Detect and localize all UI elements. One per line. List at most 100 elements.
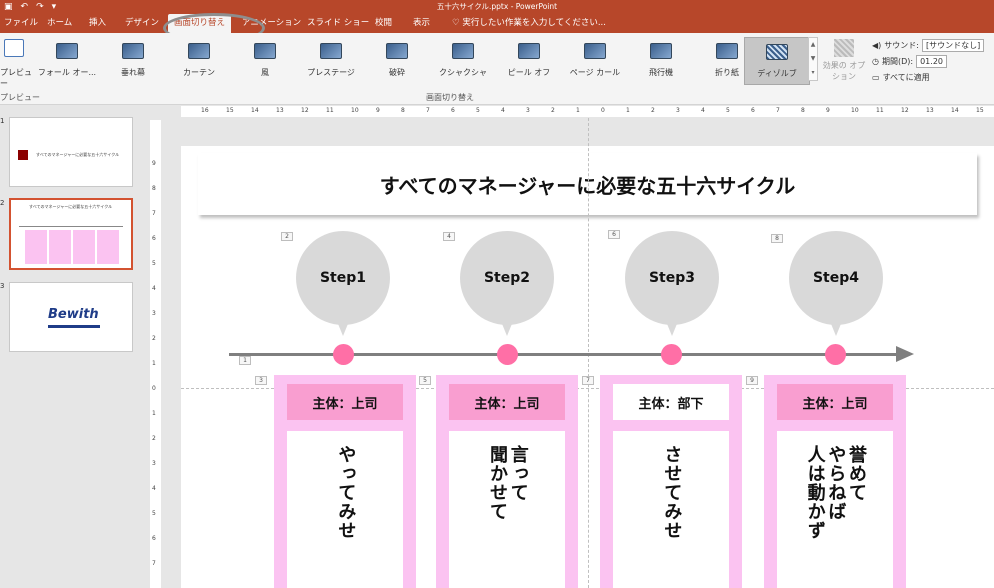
card-head: 主体：上司 — [777, 384, 893, 420]
ruler-tick: 1 — [152, 410, 156, 417]
ruler-tick: 15 — [226, 107, 234, 114]
ruler-tick: 7 — [152, 560, 156, 567]
ruler-tick: 3 — [676, 107, 680, 114]
card-head: 主体：上司 — [449, 384, 565, 420]
timeline-dot — [825, 344, 846, 365]
preview-button[interactable]: プレビュー — [0, 35, 34, 91]
ribbon: プレビュー フォール オー... 垂れ幕 カーテン 風 プレステージ 破砕 クシ… — [0, 33, 994, 105]
ruler-tick: 2 — [152, 435, 156, 442]
timeline-dot — [333, 344, 354, 365]
ribbon-tabs: ファイル ホーム 挿入 デザイン 画面切り替え アニメーション スライド ショー… — [0, 13, 994, 43]
ruler-tick: 6 — [751, 107, 755, 114]
ruler-tick: 12 — [901, 107, 909, 114]
card-body: 言って 聞かせて — [449, 431, 565, 588]
ruler-tick: 4 — [152, 285, 156, 292]
ruler-tick: 15 — [976, 107, 984, 114]
card-body: させてみせ — [613, 431, 729, 588]
ruler-tick: 14 — [951, 107, 959, 114]
tab-home[interactable]: ホーム — [47, 16, 72, 28]
bewith-logo: Bewith — [48, 307, 99, 322]
lightbulb-icon: ♡ — [452, 18, 463, 28]
ruler-tick: 4 — [501, 107, 505, 114]
tab-view[interactable]: 表示 — [413, 16, 430, 28]
timeline-dot — [661, 344, 682, 365]
anim-tag: 7 — [582, 376, 594, 385]
ruler-tick: 8 — [401, 107, 405, 114]
tab-design[interactable]: デザイン — [125, 16, 159, 28]
effect-fall-over[interactable]: フォール オー... — [34, 37, 100, 85]
slide-thumb-1[interactable]: すべてのマネージャーに必要な五十六サイクル — [9, 117, 133, 187]
group-label-preview: プレビュー — [0, 93, 40, 102]
duration-input[interactable]: 01.20 — [916, 54, 947, 68]
anim-tag: 9 — [746, 376, 758, 385]
slide-number: 2 — [0, 199, 5, 207]
step-card[interactable]: 主体：上司 誉めて やらねば 人は動かず — [764, 375, 906, 588]
step-card[interactable]: 主体：上司 言って 聞かせて — [436, 375, 578, 588]
tab-transitions[interactable]: 画面切り替え — [168, 14, 232, 33]
ruler-tick: 1 — [576, 107, 580, 114]
effect-fracture[interactable]: 破砕 — [364, 37, 430, 85]
slide-number: 3 — [0, 282, 5, 290]
step-card[interactable]: 主体：上司 やってみせ — [274, 375, 416, 588]
ruler-tick: 9 — [826, 107, 830, 114]
timeline-arrowhead — [896, 346, 914, 362]
effect-peel-off[interactable]: ピール オフ — [496, 37, 562, 85]
step-card[interactable]: 主体：部下 させてみせ — [600, 375, 742, 588]
slide-thumb-3[interactable]: Bewith — [9, 282, 133, 352]
clock-icon: ◷ — [872, 56, 879, 66]
effect-options-button[interactable]: 効果の オプション — [822, 37, 866, 89]
effect-drape[interactable]: 垂れ幕 — [100, 37, 166, 85]
anim-tag: 1 — [239, 356, 251, 365]
slide-number: 1 — [0, 117, 5, 125]
step-pin[interactable]: Step4 — [789, 231, 883, 325]
ruler-tick: 2 — [152, 335, 156, 342]
ruler-tick: 8 — [801, 107, 805, 114]
ruler-tick: 7 — [152, 210, 156, 217]
ruler-tick: 8 — [152, 185, 156, 192]
gallery-scroll[interactable]: ▲ ▼ ▾ — [808, 37, 818, 81]
effect-dissolve[interactable]: ディゾルブ — [744, 37, 810, 85]
slide-thumb-2[interactable]: すべてのマネージャーに必要な五十六サイクル — [9, 198, 133, 270]
tab-slideshow[interactable]: スライド ショー — [307, 16, 369, 28]
effect-wind[interactable]: 風 — [232, 37, 298, 85]
tab-file[interactable]: ファイル — [4, 16, 38, 28]
timing-group: ◀) サウンド: [サウンドなし] ◷ 期間(D): 01.20 ▭ すべてに適用 — [872, 37, 994, 85]
ruler-tick: 4 — [152, 485, 156, 492]
ruler-tick: 13 — [276, 107, 284, 114]
ruler-tick: 4 — [701, 107, 705, 114]
tab-animations[interactable]: アニメーション — [242, 16, 301, 28]
thumb-title: すべてのマネージャーに必要な五十六サイクル — [29, 204, 113, 209]
anim-tag: 4 — [443, 232, 455, 241]
sound-select[interactable]: [サウンドなし] — [921, 38, 985, 52]
step-pin[interactable]: Step3 — [625, 231, 719, 325]
step-pin[interactable]: Step2 — [460, 231, 554, 325]
anim-tag: 2 — [281, 232, 293, 241]
effect-airplane[interactable]: 飛行機 — [628, 37, 694, 85]
tab-insert[interactable]: 挿入 — [89, 16, 106, 28]
apply-all-button[interactable]: ▭ すべてに適用 — [872, 69, 994, 85]
effect-page-curl[interactable]: ページ カール — [562, 37, 628, 85]
ruler-tick: 10 — [351, 107, 359, 114]
card-head: 主体：部下 — [613, 384, 729, 420]
anim-tag: 8 — [771, 234, 783, 243]
tab-review[interactable]: 校閲 — [375, 16, 392, 28]
card-body: やってみせ — [287, 431, 403, 588]
ruler-tick: 6 — [451, 107, 455, 114]
group-label-transitions: 画面切り替え — [426, 93, 474, 102]
ruler-tick: 5 — [152, 260, 156, 267]
effect-options-icon — [834, 39, 854, 57]
thumb-logo — [18, 150, 28, 160]
sound-icon: ◀) — [872, 40, 882, 50]
ruler-tick: 13 — [926, 107, 934, 114]
effect-prestige[interactable]: プレステージ — [298, 37, 364, 85]
effect-curtains[interactable]: カーテン — [166, 37, 232, 85]
effect-crush[interactable]: クシャクシャ — [430, 37, 496, 85]
tell-me-box[interactable]: ♡ 実行したい作業を入力してください... — [452, 16, 606, 28]
ruler-tick: 10 — [851, 107, 859, 114]
card-body: 誉めて やらねば 人は動かず — [777, 431, 893, 588]
step-pin[interactable]: Step1 — [296, 231, 390, 325]
ruler-tick: 12 — [301, 107, 309, 114]
timeline-arrow[interactable] — [229, 353, 898, 356]
anim-tag: 3 — [255, 376, 267, 385]
ruler-tick: 0 — [601, 107, 605, 114]
